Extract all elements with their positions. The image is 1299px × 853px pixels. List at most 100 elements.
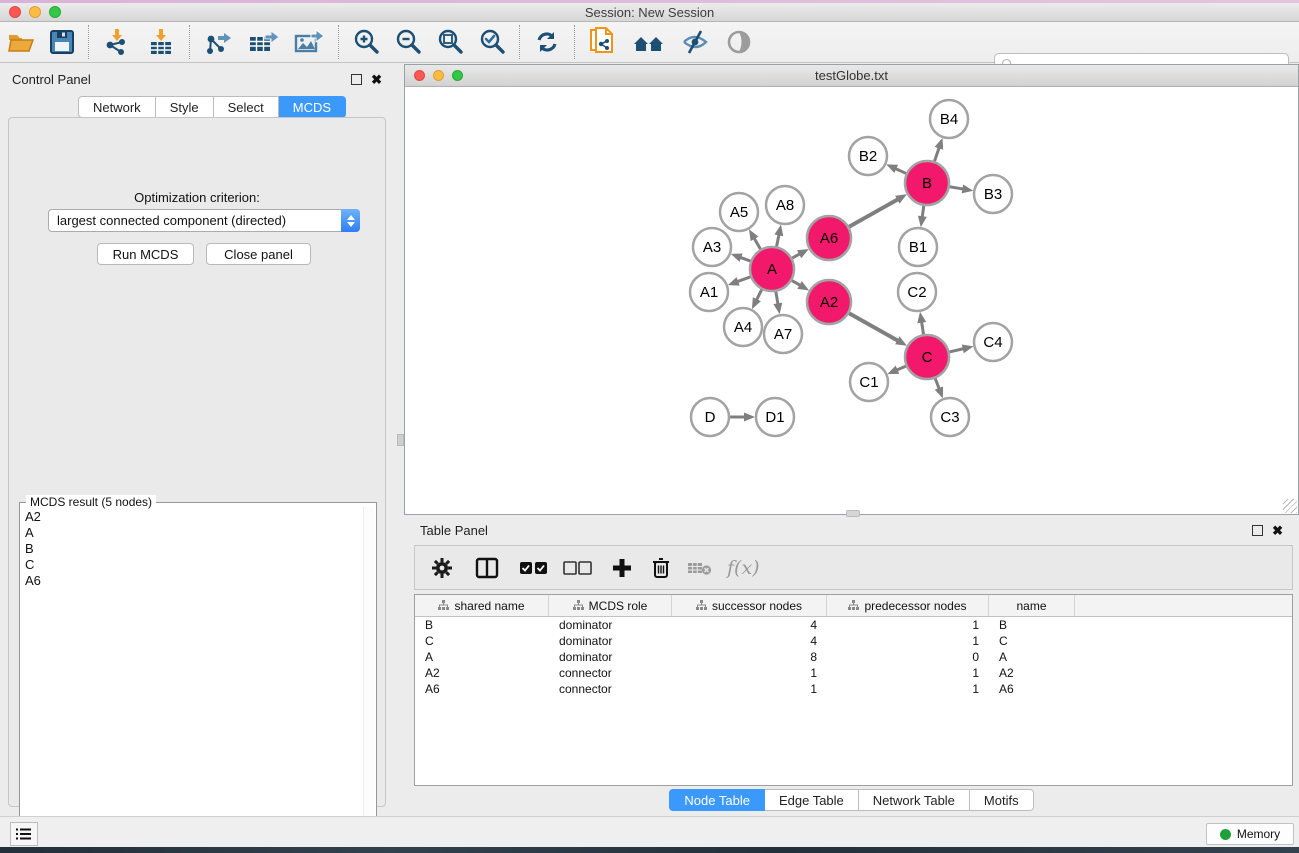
graph-edge[interactable] <box>922 206 924 218</box>
criterion-select[interactable]: largest connected component (directed) <box>48 209 360 232</box>
column-header-shared-name[interactable]: shared name <box>415 595 549 616</box>
tab-network[interactable]: Network <box>78 96 156 118</box>
table-cell[interactable]: A2 <box>415 666 549 680</box>
deselect-all-button[interactable] <box>563 560 593 576</box>
result-list-item[interactable]: B <box>23 541 362 557</box>
table-row[interactable]: A6connector11A6 <box>415 681 1292 697</box>
table-cell[interactable]: C <box>989 634 1075 648</box>
table-cell[interactable]: connector <box>549 666 672 680</box>
float-panel-icon[interactable] <box>351 74 362 85</box>
graph-edge[interactable] <box>897 366 906 370</box>
gear-button[interactable] <box>431 557 453 579</box>
table-cell[interactable]: B <box>989 618 1075 632</box>
tab-network-table[interactable]: Network Table <box>859 789 970 811</box>
graph-edge[interactable] <box>922 322 924 335</box>
table-cell[interactable]: dominator <box>549 634 672 648</box>
zoom-selected-button[interactable] <box>471 26 513 58</box>
mcds-result-list[interactable]: A2ABCA6 <box>23 509 362 845</box>
zoom-fit-button[interactable] <box>429 26 471 58</box>
tab-select[interactable]: Select <box>214 96 279 118</box>
graph-edge[interactable] <box>849 199 898 227</box>
table-cell[interactable]: 1 <box>827 666 989 680</box>
graph-edge[interactable] <box>934 147 939 161</box>
tab-style[interactable]: Style <box>156 96 214 118</box>
graph-edge[interactable] <box>935 378 939 389</box>
clone-network-button[interactable] <box>581 26 625 58</box>
table-cell[interactable]: dominator <box>549 618 672 632</box>
hide-graphics-button[interactable] <box>673 26 717 58</box>
export-table-button[interactable] <box>240 26 286 58</box>
graph-edge[interactable] <box>950 187 964 189</box>
function-builder-button[interactable]: f(x) <box>727 557 760 579</box>
table-cell[interactable]: 4 <box>672 634 827 648</box>
column-view-button[interactable] <box>475 557 499 579</box>
run-mcds-button[interactable]: Run MCDS <box>97 243 194 265</box>
refresh-button[interactable] <box>526 26 568 58</box>
table-cell[interactable]: 1 <box>672 666 827 680</box>
column-header-MCDS-role[interactable]: MCDS role <box>549 595 672 616</box>
table-row[interactable]: Cdominator41C <box>415 633 1292 649</box>
float-table-panel-icon[interactable] <box>1252 525 1263 536</box>
table-cell[interactable]: A2 <box>989 666 1075 680</box>
table-cell[interactable]: A <box>989 650 1075 664</box>
zoom-out-button[interactable] <box>387 26 429 58</box>
horizontal-splitter-handle[interactable] <box>846 510 860 517</box>
add-column-button[interactable] <box>611 557 633 579</box>
graph-edge[interactable] <box>895 168 906 173</box>
import-network-button[interactable] <box>95 26 139 58</box>
table-cell[interactable]: 1 <box>672 682 827 696</box>
table-cell[interactable]: dominator <box>549 650 672 664</box>
home-layout-button[interactable] <box>625 26 673 58</box>
graph-edge[interactable] <box>792 281 801 286</box>
delete-column-button[interactable] <box>651 556 671 580</box>
result-list-item[interactable]: A <box>23 525 362 541</box>
table-cell[interactable]: 8 <box>672 650 827 664</box>
export-network-button[interactable] <box>196 26 240 58</box>
table-cell[interactable]: 1 <box>827 618 989 632</box>
export-image-button[interactable] <box>286 26 332 58</box>
graph-edge[interactable] <box>777 234 779 246</box>
graph-edge[interactable] <box>849 313 898 341</box>
result-list-item[interactable]: C <box>23 557 362 573</box>
show-graphics-button[interactable] <box>717 26 761 58</box>
table-cell[interactable]: B <box>415 618 549 632</box>
table-cell[interactable]: 4 <box>672 618 827 632</box>
graph-edge[interactable] <box>756 290 761 301</box>
table-cell[interactable]: 1 <box>827 682 989 696</box>
table-cell[interactable]: 0 <box>827 650 989 664</box>
window-resize-grip[interactable] <box>1283 499 1297 513</box>
column-header-successor-nodes[interactable]: successor nodes <box>672 595 827 616</box>
save-session-button[interactable] <box>42 26 82 58</box>
vertical-splitter-handle[interactable] <box>397 434 404 446</box>
zoom-in-button[interactable] <box>345 26 387 58</box>
close-table-panel-icon[interactable]: ✖ <box>1272 525 1283 536</box>
open-session-button[interactable] <box>0 26 42 58</box>
result-list-item[interactable]: A6 <box>23 573 362 589</box>
graph-edge[interactable] <box>737 277 750 282</box>
table-cell[interactable]: A6 <box>989 682 1075 696</box>
table-cell[interactable]: connector <box>549 682 672 696</box>
graph-edge[interactable] <box>792 254 800 258</box>
table-cell[interactable]: C <box>415 634 549 648</box>
close-panel-button[interactable]: Close panel <box>206 243 311 265</box>
graph-edge[interactable] <box>740 257 750 261</box>
memory-button[interactable]: Memory <box>1206 823 1294 845</box>
table-cell[interactable]: A6 <box>415 682 549 696</box>
node-table[interactable]: shared nameMCDS rolesuccessor nodesprede… <box>414 594 1293 786</box>
close-panel-icon[interactable]: ✖ <box>371 74 382 85</box>
column-header-predecessor-nodes[interactable]: predecessor nodes <box>827 595 989 616</box>
column-header-name[interactable]: name <box>989 595 1075 616</box>
graph-edge[interactable] <box>754 238 760 249</box>
import-table-button[interactable] <box>139 26 183 58</box>
network-graph-canvas[interactable]: AA1A2A3A4A5A6A7A8BB1B2B3B4CC1C2C3C4DD1 <box>405 87 1298 514</box>
tab-mcds[interactable]: MCDS <box>279 96 346 118</box>
mcds-result-scrollbar[interactable] <box>363 507 374 845</box>
graph-edge[interactable] <box>949 349 963 352</box>
task-history-button[interactable] <box>10 822 38 846</box>
network-window-titlebar[interactable]: testGlobe.txt <box>405 65 1298 87</box>
table-row[interactable]: A2connector11A2 <box>415 665 1292 681</box>
table-cell[interactable]: 1 <box>827 634 989 648</box>
table-row[interactable]: Bdominator41B <box>415 617 1292 633</box>
table-row[interactable]: Adominator80A <box>415 649 1292 665</box>
tab-motifs[interactable]: Motifs <box>970 789 1034 811</box>
